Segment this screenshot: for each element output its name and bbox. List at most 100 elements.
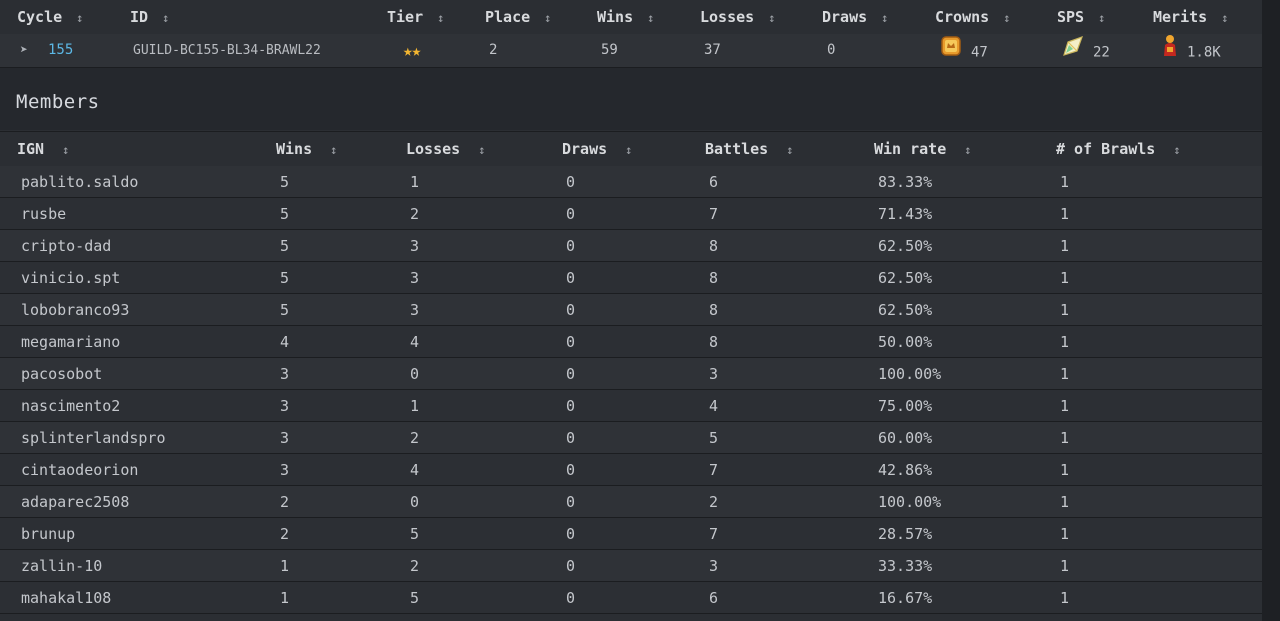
member-ign: nascimento2	[21, 397, 121, 415]
member-wins: 2	[280, 525, 290, 543]
page-scrollbar[interactable]	[1262, 0, 1280, 621]
member-draws: 0	[566, 429, 576, 447]
col-header-label: Draws	[562, 140, 608, 158]
member-wins: 3	[280, 397, 290, 415]
member-draws: 0	[566, 461, 576, 479]
member-battles: 2	[709, 493, 719, 511]
member-brawls: 1	[1060, 557, 1070, 575]
brawl-table-header: Cycle ↕ ID ↕ Tier ↕ Place ↕ Wins ↕ Losses ↕ Dr…	[0, 0, 1262, 35]
member-draws: 0	[566, 269, 576, 287]
member-ign: brunup	[21, 525, 76, 543]
member-wins: 5	[280, 269, 290, 287]
member-brawls: 1	[1060, 365, 1070, 383]
cycle-link[interactable]: 155	[48, 34, 73, 67]
col-header-label: Win rate	[874, 140, 947, 158]
member-battles: 7	[709, 205, 719, 223]
col-header-cycle[interactable]: Cycle ↕	[17, 0, 83, 34]
col-header-member-losses[interactable]: Losses ↕	[406, 132, 485, 166]
sort-icon: ↕	[1003, 11, 1011, 25]
sort-icon: ↕	[544, 11, 552, 25]
sort-icon: ↕	[76, 11, 84, 25]
table-row: nascimento2 3 1 0 4 75.00% 1	[0, 390, 1262, 422]
place-value: 2	[489, 42, 498, 58]
col-header-label: Place	[485, 8, 531, 26]
member-draws: 0	[566, 589, 576, 607]
member-win-rate: 71.43%	[878, 205, 933, 223]
col-header-member-draws[interactable]: Draws ↕	[562, 132, 632, 166]
member-losses: 1	[410, 397, 420, 415]
member-losses: 0	[410, 365, 420, 383]
col-header-tier[interactable]: Tier ↕	[387, 0, 444, 34]
col-header-place[interactable]: Place ↕	[485, 0, 551, 34]
member-win-rate: 62.50%	[878, 237, 933, 255]
member-draws: 0	[566, 237, 576, 255]
col-header-win-rate[interactable]: Win rate ↕	[874, 132, 971, 166]
col-header-label: Crowns	[935, 8, 990, 26]
member-wins: 3	[280, 461, 290, 479]
col-header-label: Wins	[276, 140, 313, 158]
table-row: pablito.saldo 5 1 0 6 83.33% 1	[0, 166, 1262, 198]
member-battles: 5	[709, 429, 719, 447]
member-win-rate: 83.33%	[878, 173, 933, 191]
col-header-sps[interactable]: SPS ↕	[1057, 0, 1105, 34]
sort-icon: ↕	[478, 143, 486, 157]
col-header-num-brawls[interactable]: # of Brawls ↕	[1056, 132, 1181, 166]
member-battles: 3	[709, 557, 719, 575]
col-header-label: IGN	[17, 140, 45, 158]
col-header-member-wins[interactable]: Wins ↕	[276, 132, 337, 166]
member-brawls: 1	[1060, 525, 1070, 543]
member-wins: 3	[280, 429, 290, 447]
crowns-cell: 47	[939, 34, 988, 67]
merits-value: 1.8K	[1187, 44, 1221, 61]
member-ign: pablito.saldo	[21, 173, 139, 191]
chevron-right-icon[interactable]: ➤	[20, 34, 28, 67]
sps-value: 22	[1093, 44, 1110, 61]
col-header-label: Merits	[1153, 8, 1208, 26]
col-header-crowns[interactable]: Crowns ↕	[935, 0, 1010, 34]
col-header-draws[interactable]: Draws ↕	[822, 0, 888, 34]
member-battles: 8	[709, 301, 719, 319]
crowns-value: 47	[971, 44, 988, 61]
table-row: cintaodeorion 3 4 0 7 42.86% 1	[0, 454, 1262, 486]
table-row: adaparec2508 2 0 0 2 100.00% 1	[0, 486, 1262, 518]
member-brawls: 1	[1060, 493, 1070, 511]
member-battles: 7	[709, 461, 719, 479]
sort-icon: ↕	[437, 11, 445, 25]
member-draws: 0	[566, 557, 576, 575]
members-title: Members	[16, 91, 100, 113]
brawl-row[interactable]: ➤ 155 GUILD-BC155-BL34-BRAWL22 ★★ 2 59 3…	[0, 34, 1262, 68]
col-header-label: Tier	[387, 8, 424, 26]
member-ign: adaparec2508	[21, 493, 130, 511]
member-win-rate: 42.86%	[878, 461, 933, 479]
member-wins: 5	[280, 301, 290, 319]
col-header-id[interactable]: ID ↕	[130, 0, 169, 34]
member-win-rate: 33.33%	[878, 557, 933, 575]
col-header-merits[interactable]: Merits ↕	[1153, 0, 1228, 34]
col-header-ign[interactable]: IGN ↕	[17, 132, 69, 166]
merits-cell: 1.8K	[1161, 34, 1221, 67]
sort-icon: ↕	[1221, 11, 1229, 25]
col-header-label: Losses	[700, 8, 755, 26]
member-losses: 3	[410, 269, 420, 287]
sort-icon: ↕	[162, 11, 170, 25]
member-draws: 0	[566, 173, 576, 191]
wins-value: 59	[601, 42, 618, 58]
member-brawls: 1	[1060, 237, 1070, 255]
member-ign: rusbe	[21, 205, 67, 223]
col-header-losses[interactable]: Losses ↕	[700, 0, 775, 34]
member-battles: 4	[709, 397, 719, 415]
table-row: rusbe 5 2 0 7 71.43% 1	[0, 198, 1262, 230]
member-brawls: 1	[1060, 461, 1070, 479]
table-row: megamariano 4 4 0 8 50.00% 1	[0, 326, 1262, 358]
col-header-battles[interactable]: Battles ↕	[705, 132, 793, 166]
col-header-label: # of Brawls	[1056, 140, 1156, 158]
member-draws: 0	[566, 333, 576, 351]
col-header-label: Wins	[597, 8, 634, 26]
col-header-wins[interactable]: Wins ↕	[597, 0, 654, 34]
sort-icon: ↕	[964, 143, 972, 157]
member-brawls: 1	[1060, 173, 1070, 191]
sort-icon: ↕	[786, 143, 794, 157]
table-row: vinicio.spt 5 3 0 8 62.50% 1	[0, 262, 1262, 294]
member-ign: megamariano	[21, 333, 121, 351]
member-ign: splinterlandspro	[21, 429, 166, 447]
